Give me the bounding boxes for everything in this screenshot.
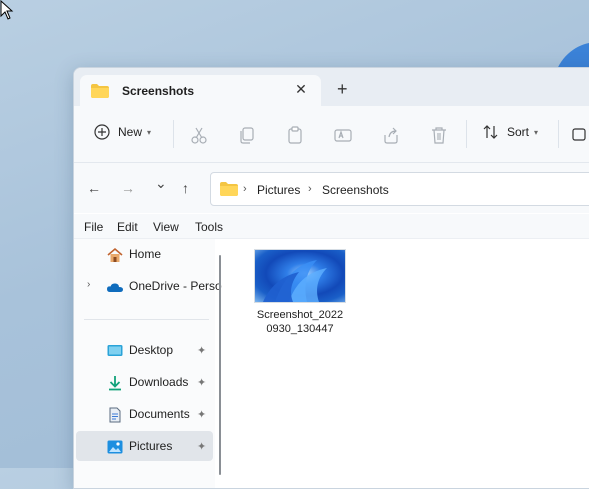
pin-icon[interactable]: ✦: [197, 344, 206, 357]
menu-edit[interactable]: Edit: [117, 220, 138, 234]
sidebar-item-documents[interactable]: Documents ✦: [76, 399, 213, 429]
pin-icon[interactable]: ✦: [197, 408, 206, 421]
toolbar-divider: [558, 120, 559, 148]
sidebar-item-label: Pictures: [129, 439, 173, 453]
navigation-bar: ← → ⌄ ↑ › Pictures › Screenshots: [74, 163, 589, 213]
recent-locations-icon[interactable]: ⌄: [155, 175, 167, 192]
toolbar-divider: [466, 120, 467, 148]
breadcrumb-separator: ›: [243, 183, 247, 195]
view-icon[interactable]: [570, 125, 589, 145]
sidebar-item-label: Downloads: [129, 375, 189, 389]
command-bar: New ▾ Sort ▾: [74, 106, 589, 163]
home-icon: [107, 247, 123, 262]
new-tab-button[interactable]: +: [337, 80, 348, 98]
sidebar-item-pictures[interactable]: Pictures ✦: [76, 431, 213, 461]
delete-icon[interactable]: [429, 125, 449, 145]
folder-icon: [91, 84, 109, 98]
address-bar[interactable]: › Pictures › Screenshots: [210, 172, 589, 206]
navigation-pane: Home › OneDrive - Perso Desktop ✦ Downlo…: [74, 239, 222, 488]
cut-icon[interactable]: [189, 125, 209, 145]
image-thumbnail: [254, 249, 346, 303]
breadcrumb-separator: ›: [308, 183, 312, 195]
watermark: 路由器 luyouqi.com: [446, 404, 576, 452]
close-tab-icon[interactable]: ✕: [293, 81, 309, 97]
watermark-text: 路由器: [492, 412, 562, 437]
sidebar-divider: [84, 319, 209, 320]
rename-icon[interactable]: [333, 125, 353, 145]
menu-bar: File Edit View Tools: [74, 214, 589, 238]
navigation-pane-scrollbar[interactable]: [219, 255, 221, 475]
sidebar-item-label: Desktop: [129, 343, 174, 357]
file-name: Screenshot_2022 0930_130447: [254, 308, 346, 336]
tab-bar: Screenshots ✕ +: [74, 68, 589, 107]
mouse-cursor-icon: [0, 0, 14, 20]
new-label: New: [118, 125, 143, 139]
plus-circle-icon: [94, 124, 110, 140]
sidebar-item-onedrive[interactable]: › OneDrive - Perso: [76, 271, 222, 301]
sidebar-item-desktop[interactable]: Desktop ✦: [76, 335, 213, 365]
breadcrumb-screenshots[interactable]: Screenshots: [322, 183, 389, 197]
file-name-line: 0930_130447: [266, 323, 334, 335]
watermark-url: luyouqi.com: [496, 435, 545, 445]
bloom-thumbnail-art: [263, 260, 327, 302]
sidebar-item-home[interactable]: Home: [76, 239, 213, 269]
chevron-down-icon: ▾: [534, 127, 539, 137]
sort-button[interactable]: Sort ▾: [482, 124, 538, 140]
cloud-icon: [107, 283, 123, 292]
file-name-line: Screenshot_2022: [256, 309, 344, 321]
menu-view[interactable]: View: [153, 220, 179, 234]
share-icon[interactable]: [381, 125, 401, 145]
pin-icon[interactable]: ✦: [197, 376, 206, 389]
download-icon: [109, 376, 121, 391]
new-button[interactable]: New ▾: [94, 124, 151, 140]
breadcrumb-pictures[interactable]: Pictures: [257, 183, 300, 197]
chevron-down-icon: ▾: [147, 127, 152, 137]
pin-icon[interactable]: ✦: [197, 440, 206, 453]
menu-file[interactable]: File: [84, 220, 103, 234]
sidebar-item-label: OneDrive - Perso: [129, 279, 222, 293]
up-arrow-icon[interactable]: ↑: [182, 180, 189, 196]
paste-icon[interactable]: [285, 125, 305, 145]
sidebar-item-label: Documents: [129, 407, 190, 421]
menu-tools[interactable]: Tools: [195, 220, 223, 234]
watermark-logo: [446, 406, 486, 446]
sort-icon: [483, 125, 498, 139]
tab-title: Screenshots: [122, 84, 195, 98]
forward-arrow-icon[interactable]: →: [121, 180, 135, 196]
back-arrow-icon[interactable]: ←: [87, 180, 101, 196]
folder-icon: [220, 182, 238, 196]
sidebar-item-label: Home: [129, 247, 162, 261]
picture-icon: [107, 440, 123, 454]
file-item[interactable]: Screenshot_2022 0930_130447: [254, 249, 346, 336]
document-icon: [109, 407, 121, 423]
toolbar-divider: [173, 120, 174, 148]
sidebar-item-downloads[interactable]: Downloads ✦: [76, 367, 213, 397]
tab-screenshots[interactable]: Screenshots ✕: [80, 75, 321, 107]
copy-icon[interactable]: [237, 125, 257, 145]
chevron-right-icon[interactable]: ›: [87, 279, 90, 290]
sort-label: Sort: [507, 125, 530, 139]
desktop-icon: [107, 345, 123, 356]
